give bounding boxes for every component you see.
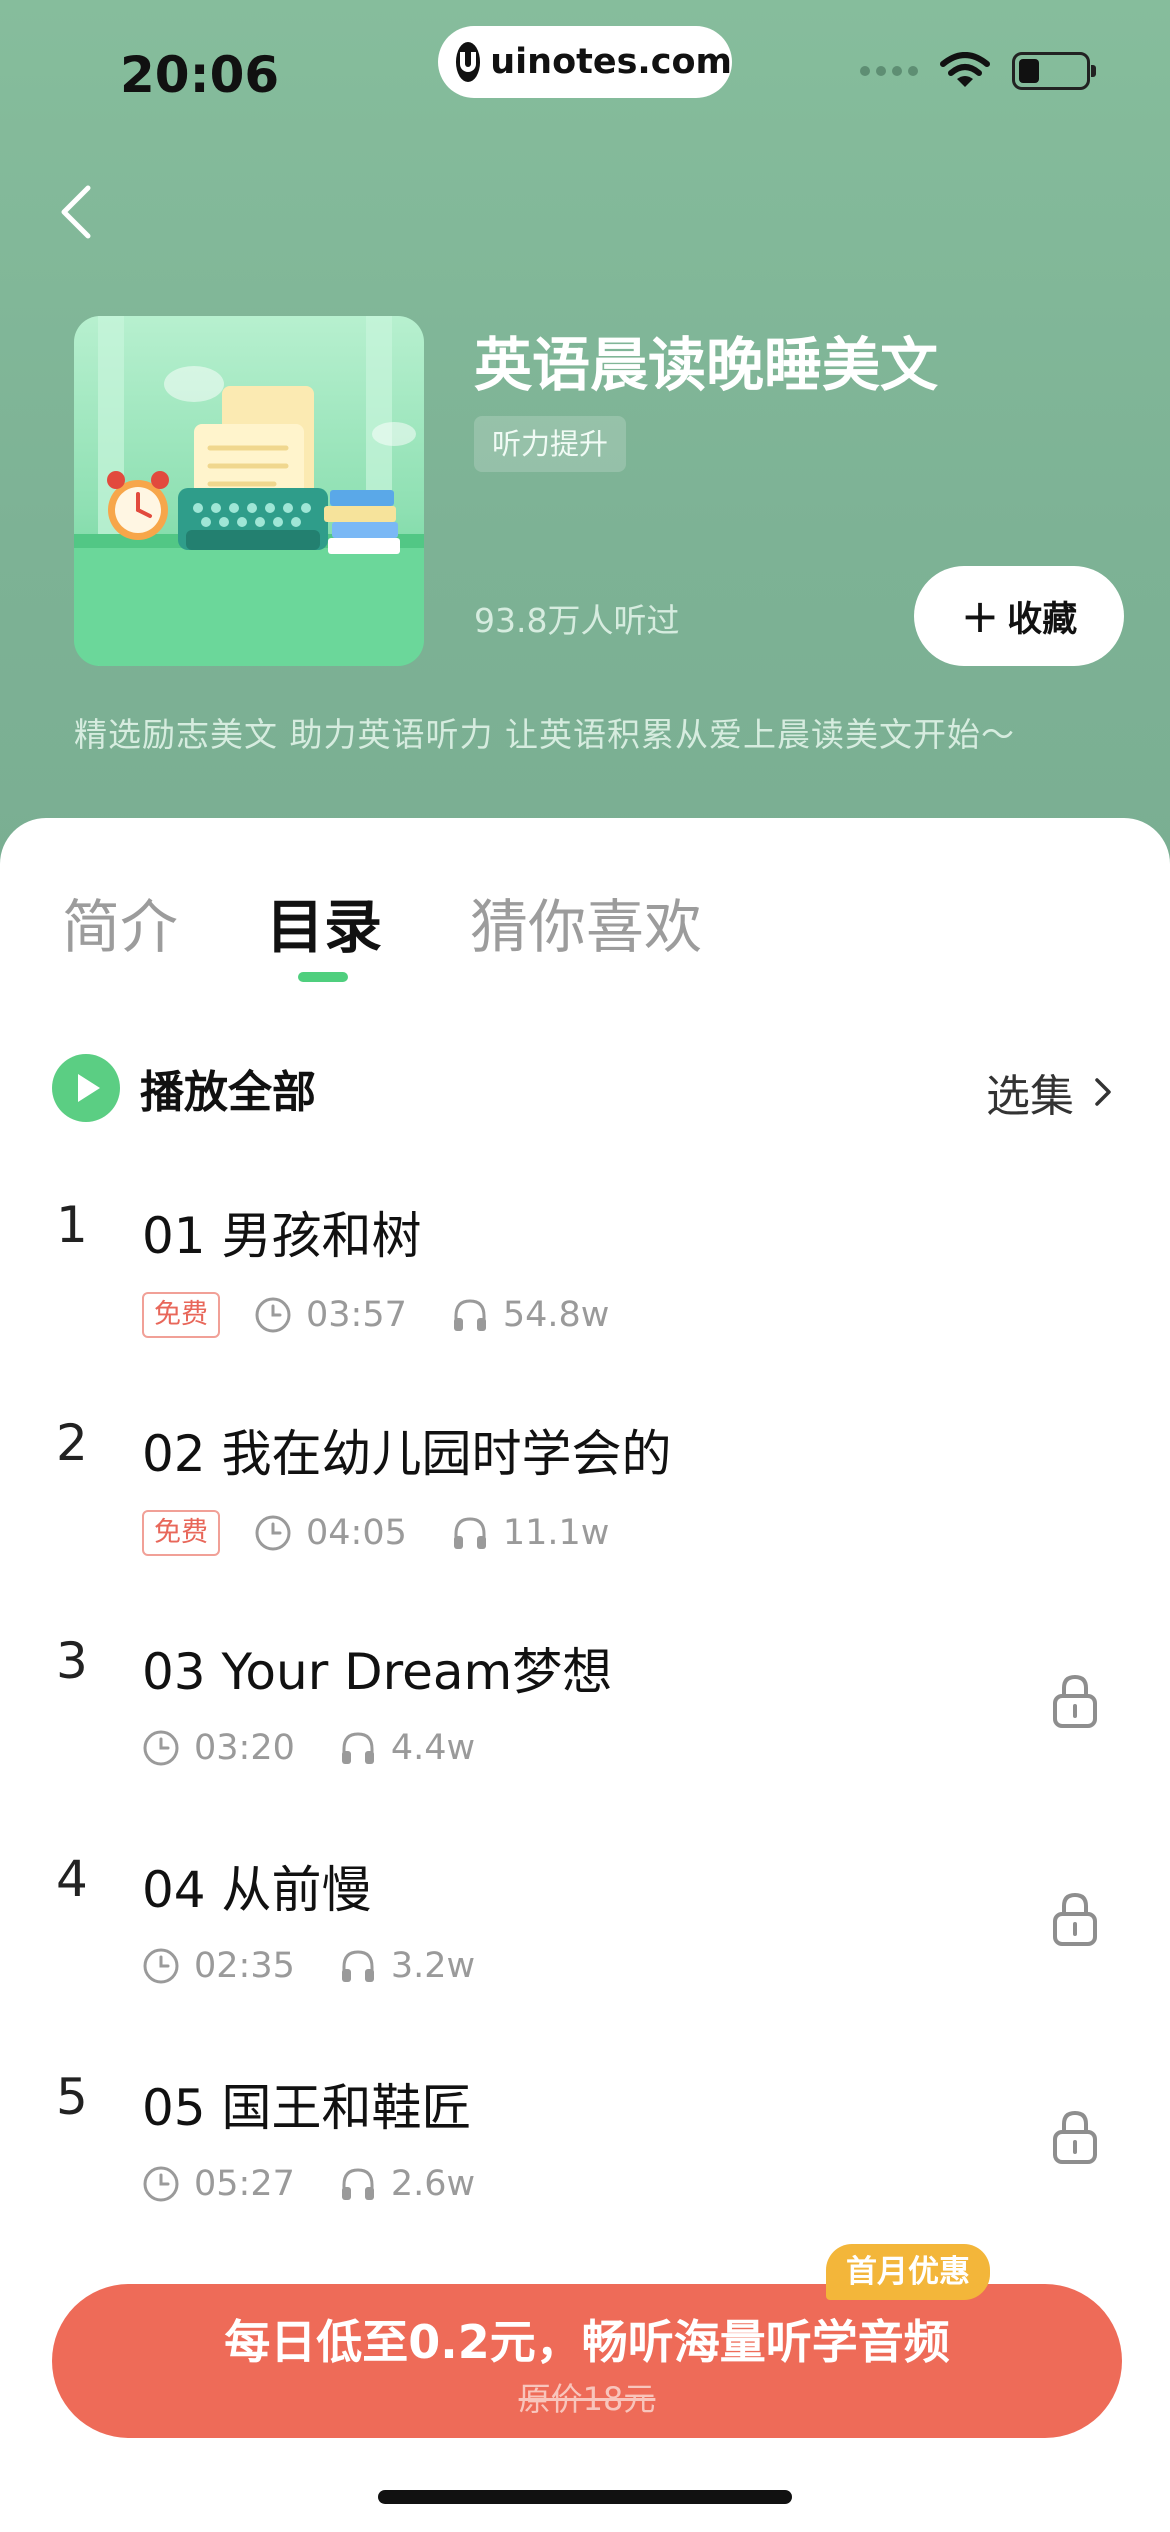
clock-icon: [143, 1948, 179, 1984]
episode-title: 02 我在幼儿园时学会的: [142, 1425, 672, 1483]
favorite-button[interactable]: + 收藏: [914, 566, 1124, 666]
select-episodes-button[interactable]: 选集: [986, 1060, 1112, 1124]
episode-title: 04 从前慢: [142, 1861, 372, 1919]
promo-badge: 首月优惠: [826, 2244, 990, 2300]
headphones-icon: [453, 1299, 486, 1331]
favorite-label: 收藏: [1007, 599, 1078, 640]
headphones-icon: [341, 1732, 374, 1764]
headphones-icon: [341, 2168, 374, 2200]
episode-index: 4: [56, 1850, 88, 1908]
headphones-icon: [453, 1517, 486, 1549]
tab-bar: 简介 目录 猜你喜欢: [0, 818, 1170, 982]
album-cover: [74, 316, 424, 666]
subscribe-offer-text: 每日低至0.2元，畅听海量听学音频: [224, 2315, 950, 2369]
episode-plays: 2.6w: [390, 2164, 476, 2204]
episode-row[interactable]: 5 05 国王和鞋匠 05:27 2.6w: [0, 2068, 1170, 2286]
episode-duration: 02:35: [194, 1946, 295, 1986]
clock-icon: [143, 2166, 179, 2202]
episode-plays: 3.2w: [390, 1946, 476, 1986]
url-text: uinotes.com: [490, 42, 732, 82]
episode-meta: 03:20 4.4w: [142, 1728, 475, 1768]
episode-index: 3: [56, 1632, 88, 1690]
album-title: 英语晨读晚睡美文: [474, 331, 939, 399]
episode-duration: 05:27: [194, 2164, 295, 2204]
clock-icon: [143, 1730, 179, 1766]
tab-catalog[interactable]: 目录: [266, 880, 382, 964]
play-icon: [52, 1054, 120, 1122]
episode-meta: 免费 04:05 11.1w: [142, 1510, 609, 1556]
clock-icon: [255, 1515, 291, 1551]
plus-icon: +: [960, 589, 1000, 643]
listen-count: 93.8万人听过: [474, 601, 680, 640]
episode-duration: 04:05: [306, 1513, 407, 1553]
original-price: 原价18元: [518, 2380, 656, 2418]
tab-intro[interactable]: 简介: [62, 880, 178, 964]
lock-icon: [1053, 1674, 1097, 1728]
cover-illustration: [74, 316, 424, 666]
episode-duration: 03:57: [306, 1295, 407, 1335]
play-all-button[interactable]: 播放全部: [52, 1054, 316, 1122]
episode-index: 5: [56, 2068, 88, 2126]
category-tag[interactable]: 听力提升: [474, 416, 627, 472]
headphones-icon: [341, 1950, 374, 1982]
episode-row[interactable]: 2 02 我在幼儿园时学会的 免费 04:05 11.1w: [0, 1414, 1170, 1632]
episode-plays: 11.1w: [502, 1513, 610, 1553]
episode-meta: 免费 03:57 54.8w: [142, 1292, 609, 1338]
episode-meta: 02:35 3.2w: [142, 1946, 475, 1986]
free-badge: 免费: [142, 1510, 220, 1556]
album-header: 20:06 uinotes.com 英语晨读晚睡美文 听力提升 93.8万人听过…: [0, 0, 1170, 900]
episode-title: 01 男孩和树: [142, 1207, 422, 1265]
battery-icon: [1012, 52, 1096, 90]
status-indicators: [860, 52, 1096, 90]
episode-row[interactable]: 1 01 男孩和树 免费 03:57 54.8w: [0, 1196, 1170, 1414]
url-pill[interactable]: uinotes.com: [438, 26, 732, 98]
episode-title: 03 Your Dream梦想: [142, 1643, 613, 1701]
lock-icon: [1053, 2110, 1097, 2164]
episode-row[interactable]: 3 03 Your Dream梦想 03:20 4.4w: [0, 1632, 1170, 1850]
album-description: 精选励志美文 助力英语听力 让英语积累从爱上晨读美文开始～: [74, 715, 1015, 754]
episode-index: 1: [56, 1196, 88, 1254]
episode-meta: 05:27 2.6w: [142, 2164, 475, 2204]
lock-icon: [1053, 1892, 1097, 1946]
subscribe-button[interactable]: 每日低至0.2元，畅听海量听学音频 原价18元: [52, 2284, 1122, 2438]
episode-plays: 4.4w: [390, 1728, 476, 1768]
wifi-icon: [940, 52, 990, 87]
tab-recommend[interactable]: 猜你喜欢: [470, 880, 702, 964]
site-logo-icon: [456, 42, 481, 82]
tab-indicator: [298, 972, 348, 982]
content-panel: 简介 目录 猜你喜欢 播放全部 选集 1 01 男孩和树 免费 03:57 54…: [0, 818, 1170, 2532]
episode-duration: 03:20: [194, 1728, 295, 1768]
play-all-label: 播放全部: [140, 1067, 316, 1118]
episode-title: 05 国王和鞋匠: [142, 2079, 472, 2137]
free-badge: 免费: [142, 1292, 220, 1338]
episode-index: 2: [56, 1414, 88, 1472]
signal-icon: [860, 66, 918, 76]
clock-icon: [255, 1297, 291, 1333]
episode-row[interactable]: 4 04 从前慢 02:35 3.2w: [0, 1850, 1170, 2068]
back-icon[interactable]: [52, 180, 102, 244]
select-episodes-label: 选集: [986, 1071, 1074, 1122]
episode-plays: 54.8w: [502, 1295, 610, 1335]
chevron-right-icon: [1095, 1078, 1111, 1106]
home-indicator[interactable]: [378, 2490, 792, 2504]
status-time: 20:06: [120, 46, 280, 104]
